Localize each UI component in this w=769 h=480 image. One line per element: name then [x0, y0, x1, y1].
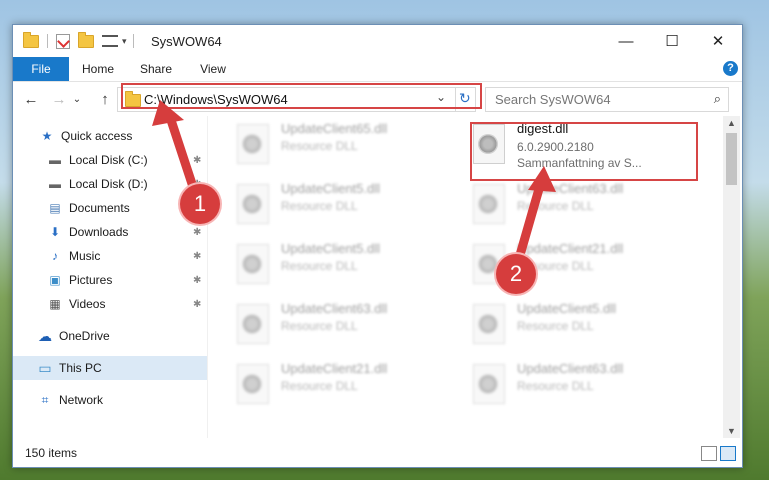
arrow-2-head: [528, 166, 556, 192]
annotation-arrows: [152, 100, 556, 267]
step-badge-2: 2: [496, 254, 536, 294]
step-badge-1: 1: [180, 184, 220, 224]
arrow-1: [164, 109, 201, 201]
arrow-2: [513, 177, 546, 267]
arrow-1-head: [152, 100, 184, 126]
